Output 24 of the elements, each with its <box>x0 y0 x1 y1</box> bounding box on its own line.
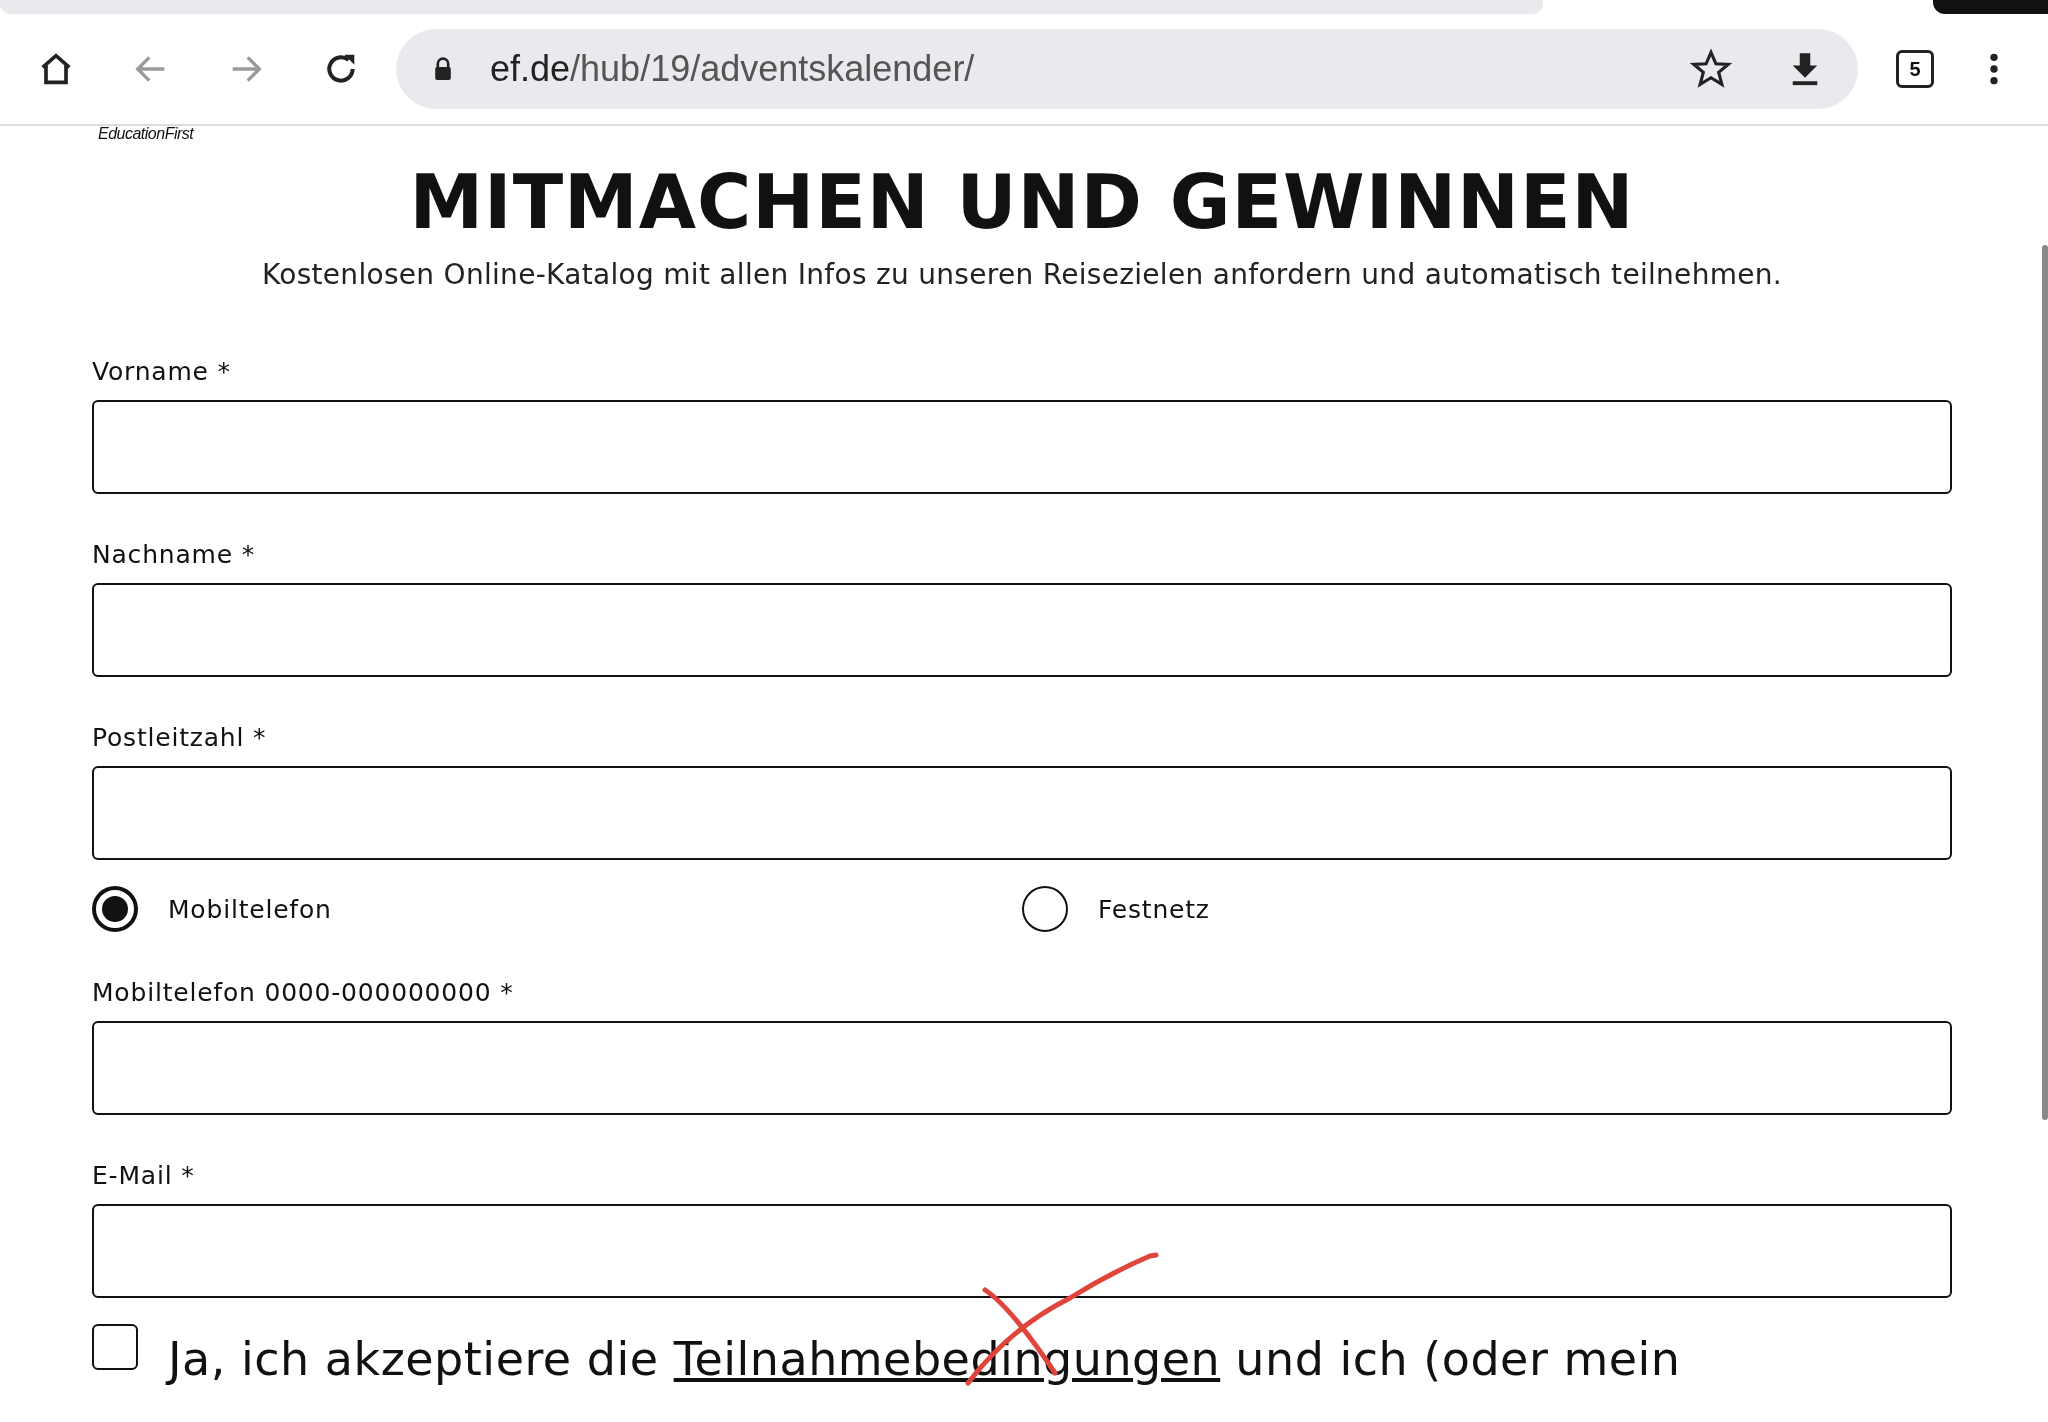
field-label: Vorname * <box>92 357 232 386</box>
radio-label: Festnetz <box>1098 894 1210 924</box>
page-heading: MITMACHEN UND GEWINNEN <box>408 158 1636 247</box>
input-field[interactable] <box>92 1021 1952 1115</box>
lock-icon <box>432 56 454 82</box>
field-label: Nachname * <box>92 540 256 569</box>
radio-button[interactable] <box>1022 886 1068 932</box>
input-field[interactable] <box>92 1204 1952 1298</box>
field-label: E-Mail * <box>92 1161 196 1190</box>
url-text: ef.de/hub/19/adventskalender/ <box>490 48 976 90</box>
tab-count-button[interactable]: 5 <box>1896 50 1934 88</box>
checkbox[interactable] <box>92 1324 138 1370</box>
input-field[interactable] <box>92 766 1952 860</box>
field-label: Mobiltelefon 0000-000000000 * <box>92 978 515 1007</box>
input-field[interactable] <box>92 583 1952 677</box>
star-icon[interactable] <box>1690 48 1732 90</box>
radio-label: Mobiltelefon <box>168 894 332 924</box>
field-label: Postleitzahl * <box>92 723 268 752</box>
logo-text[interactable]: EducationFirst <box>98 126 1952 142</box>
subtitle-text: Kostenlosen Online-Katalog mit allen Infos zu unseren Reisezielen anfordern und automatisch teilnehmen. <box>260 258 1784 291</box>
input-field[interactable] <box>92 400 1952 494</box>
radio-button[interactable] <box>92 886 138 932</box>
scrollbar[interactable] <box>2042 245 2048 1120</box>
address-bar[interactable]: ef.de/hub/19/adventskalender/ <box>396 29 1858 109</box>
